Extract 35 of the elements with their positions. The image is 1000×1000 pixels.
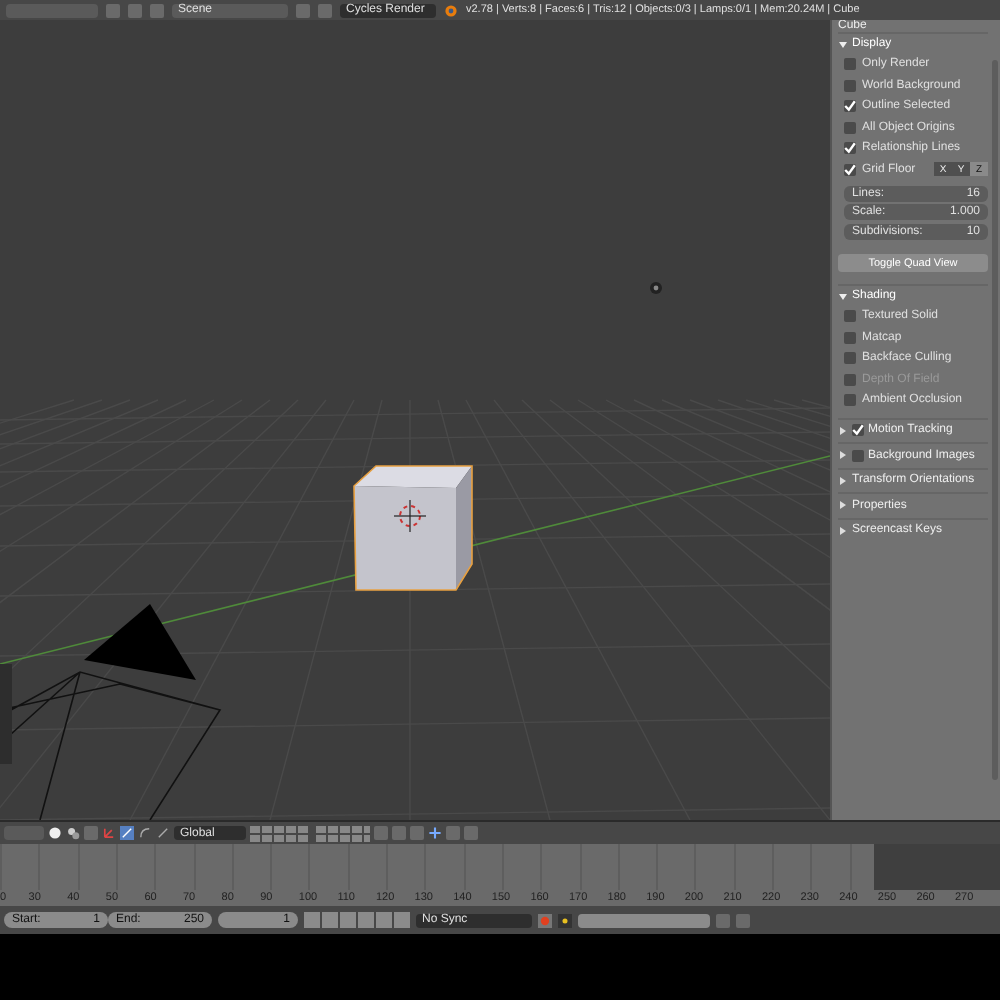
expand-right-icon[interactable]: [838, 475, 848, 486]
expand-right-icon[interactable]: [838, 525, 848, 536]
expand-down-icon[interactable]: [838, 39, 848, 49]
checkbox[interactable]: [844, 352, 856, 365]
translate-icon[interactable]: [120, 826, 134, 840]
pivot-icon[interactable]: [66, 826, 80, 840]
expand-down-icon[interactable]: [838, 291, 848, 301]
keying-icon[interactable]: [558, 913, 572, 927]
checkbox[interactable]: [844, 100, 856, 113]
checkbox[interactable]: [844, 79, 856, 92]
checkbox[interactable]: [844, 142, 856, 155]
manipulator-icon[interactable]: [102, 826, 116, 840]
checkbox[interactable]: [852, 449, 864, 462]
expand-right-icon[interactable]: [838, 500, 848, 511]
record-icon[interactable]: [538, 913, 552, 927]
lamp-icon: [650, 282, 662, 294]
checkbox[interactable]: [852, 424, 864, 437]
checkbox[interactable]: [844, 163, 856, 176]
expand-right-icon[interactable]: [838, 450, 848, 461]
cube-drawing[interactable]: [353, 465, 473, 591]
blender-logo-icon: [444, 3, 458, 17]
rotate-icon[interactable]: [138, 826, 152, 840]
expand-right-icon[interactable]: [838, 425, 848, 436]
keying-set-field[interactable]: [578, 913, 710, 927]
layer-buttons[interactable]: [250, 825, 370, 841]
checkbox[interactable]: [844, 394, 856, 407]
screen-layout-field[interactable]: [6, 3, 98, 17]
snap-target-icon[interactable]: [428, 826, 442, 840]
cursor-icon: [393, 499, 427, 533]
sphere-icon[interactable]: [48, 826, 62, 840]
checkbox[interactable]: [844, 331, 856, 344]
checkbox[interactable]: [844, 121, 856, 134]
checkbox[interactable]: [844, 58, 856, 71]
checkbox[interactable]: [844, 310, 856, 323]
scale-icon[interactable]: [156, 826, 170, 840]
